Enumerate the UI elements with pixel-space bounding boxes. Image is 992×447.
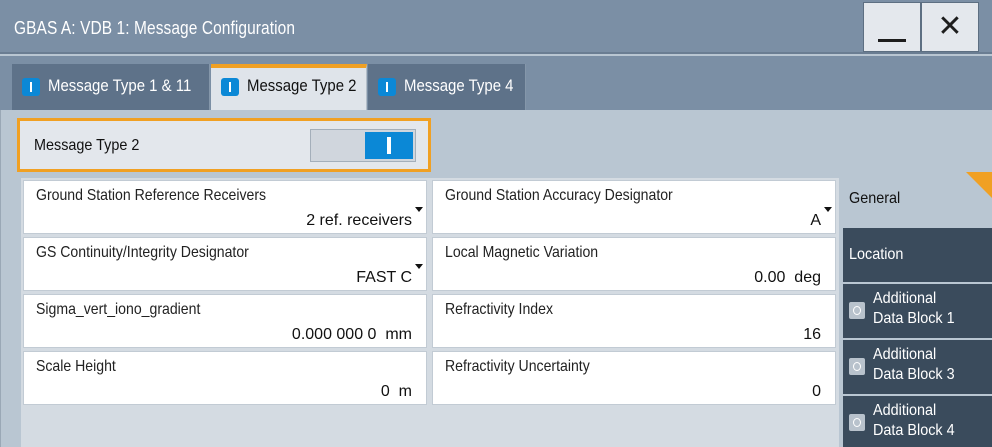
close-button[interactable]: ✕: [921, 2, 979, 52]
nav-label: Location: [849, 246, 904, 263]
sigma-vert-iono-gradient-field[interactable]: Sigma_vert_iono_gradient 0.000 000 0 mm: [23, 294, 427, 348]
nav-label: Additional Data Block 3: [873, 345, 955, 385]
tab-label: Message Type 4: [404, 76, 514, 95]
toggle-label: Message Type 2: [34, 137, 140, 154]
field-label: Sigma_vert_iono_gradient: [36, 301, 201, 318]
field-label: Ground Station Accuracy Designator: [445, 187, 673, 204]
minimize-button[interactable]: [863, 2, 921, 52]
gs-ref-receivers-field[interactable]: Ground Station Reference Receivers 2 ref…: [23, 180, 427, 234]
parameter-grid: Ground Station Reference Receivers 2 ref…: [21, 178, 839, 447]
field-value: 0 m: [380, 383, 412, 400]
tab-status-icon: [378, 78, 396, 96]
refractivity-index-field[interactable]: Refractivity Index 16: [432, 294, 836, 348]
refractivity-uncertainty-field[interactable]: Refractivity Uncertainty 0: [432, 351, 836, 405]
tab-status-icon: [221, 78, 239, 96]
field-label: Ground Station Reference Receivers: [36, 187, 267, 204]
minimize-icon: [878, 39, 906, 42]
nav-label-line-1: Additional: [873, 346, 937, 363]
tab-status-icon: [22, 78, 40, 96]
field-label: Scale Height: [36, 358, 116, 375]
nav-label: Additional Data Block 4: [873, 401, 955, 441]
field-label: GS Continuity/Integrity Designator: [36, 244, 249, 261]
message-configuration-window: GBAS A: VDB 1: Message Configuration ✕ M…: [0, 0, 992, 447]
tab-label: Message Type 2: [247, 76, 357, 95]
tab-message-type-1-11[interactable]: Message Type 1 & 11: [12, 64, 210, 110]
nav-label-line-2: Data Block 1: [873, 310, 955, 327]
nav-label-line-1: Additional: [873, 290, 937, 307]
field-label: Local Magnetic Variation: [445, 244, 599, 261]
nav-item-general[interactable]: General: [843, 172, 992, 228]
scale-height-field[interactable]: Scale Height 0 m: [23, 351, 427, 405]
field-value: 0.00 deg: [754, 269, 821, 286]
nav-label-line-1: Additional: [873, 402, 937, 419]
off-indicator-icon: [849, 358, 865, 375]
dropdown-arrow-icon: [415, 207, 423, 212]
local-magnetic-variation-field[interactable]: Local Magnetic Variation 0.00 deg: [432, 237, 836, 291]
title-bar: GBAS A: VDB 1: Message Configuration ✕: [0, 0, 992, 54]
nav-item-location[interactable]: Location: [843, 228, 992, 284]
nav-label: Additional Data Block 1: [873, 289, 955, 329]
nav-label-line-2: Data Block 3: [873, 366, 955, 383]
dropdown-arrow-icon: [824, 207, 832, 212]
field-value: 16: [803, 326, 821, 343]
field-value: A: [810, 212, 821, 229]
dropdown-arrow-icon: [415, 264, 423, 269]
field-value: FAST C: [356, 269, 412, 286]
side-navigation: General Location Additional Data Block 1…: [843, 120, 992, 447]
nav-item-additional-data-block-3[interactable]: Additional Data Block 3: [843, 340, 992, 396]
message-type-2-toggle[interactable]: [310, 129, 416, 162]
field-value: 0: [812, 383, 821, 400]
nav-label: General: [849, 190, 901, 207]
gs-accuracy-designator-field[interactable]: Ground Station Accuracy Designator A: [432, 180, 836, 234]
field-value: 0.000 000 0 mm: [291, 326, 412, 343]
selected-corner-marker: [966, 172, 992, 198]
toggle-on-knob: [365, 132, 413, 159]
nav-label-line-2: Data Block 4: [873, 422, 955, 439]
nav-item-additional-data-block-1[interactable]: Additional Data Block 1: [843, 284, 992, 340]
off-indicator-icon: [849, 302, 865, 319]
gs-continuity-integrity-field[interactable]: GS Continuity/Integrity Designator FAST …: [23, 237, 427, 291]
field-label: Refractivity Uncertainty: [445, 358, 590, 375]
window-title: GBAS A: VDB 1: Message Configuration: [14, 18, 296, 38]
tab-label: Message Type 1 & 11: [48, 76, 192, 95]
close-icon: ✕: [937, 9, 963, 44]
tab-message-type-2[interactable]: Message Type 2: [211, 64, 367, 110]
tab-bar: Message Type 1 & 11 Message Type 2 Messa…: [0, 56, 992, 110]
nav-item-additional-data-block-4[interactable]: Additional Data Block 4: [843, 396, 992, 447]
off-indicator-icon: [849, 414, 865, 431]
message-type-2-toggle-panel: Message Type 2: [17, 118, 431, 172]
field-value: 2 ref. receivers: [306, 212, 412, 229]
field-label: Refractivity Index: [445, 301, 553, 318]
tab-message-type-4[interactable]: Message Type 4: [368, 64, 526, 110]
